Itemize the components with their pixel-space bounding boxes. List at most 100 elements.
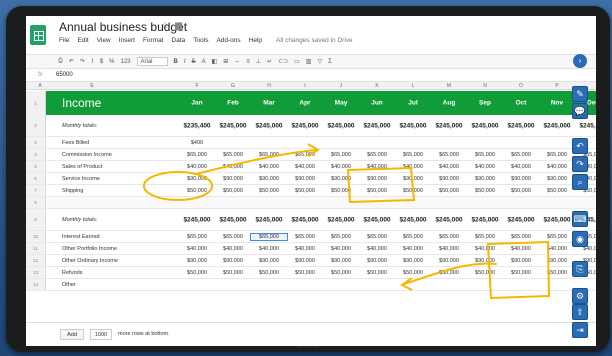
data-cell[interactable]: $50,000 xyxy=(179,188,215,194)
currency-icon[interactable]: $ xyxy=(100,59,103,65)
zoom-icon[interactable]: ⌕ xyxy=(572,174,588,190)
upload-icon[interactable]: ⇪ xyxy=(572,304,588,320)
data-cell[interactable]: $65,000 xyxy=(431,234,467,240)
chat-icon[interactable]: 💬 xyxy=(572,103,588,119)
row-label[interactable]: Interest Earned xyxy=(62,234,100,240)
data-cell[interactable]: $90,000 xyxy=(359,176,395,182)
exit-icon[interactable]: ⇥ xyxy=(572,322,588,338)
month-header[interactable]: Sep xyxy=(467,100,503,107)
link-icon[interactable]: ⊂⊃ xyxy=(278,58,288,65)
total-cell[interactable]: $245,000 xyxy=(503,216,539,223)
comment-icon[interactable]: ✎ xyxy=(572,86,588,102)
data-cell[interactable]: $65,000 xyxy=(179,234,215,240)
print-icon[interactable]: ⎙ xyxy=(58,58,63,65)
data-cell[interactable]: $90,000 xyxy=(323,258,359,264)
income-title[interactable]: Income xyxy=(62,96,101,110)
italic-icon[interactable]: I xyxy=(184,59,186,65)
row-label[interactable]: Sales of Product xyxy=(62,164,102,170)
valign-icon[interactable]: ⊥ xyxy=(256,58,261,65)
row-number[interactable]: 9 xyxy=(26,209,46,230)
borders-icon[interactable]: ⊞ xyxy=(223,58,228,65)
data-cell[interactable]: $90,000 xyxy=(395,258,431,264)
data-cell[interactable]: $50,000 xyxy=(431,188,467,194)
data-cell[interactable]: $90,000 xyxy=(467,258,503,264)
data-cell[interactable]: $40,000 xyxy=(503,164,539,170)
monthly-totals-label[interactable]: Monthly totals: xyxy=(62,217,97,223)
row-label[interactable]: Fees Billed xyxy=(62,140,89,146)
formula-input[interactable]: 65000 xyxy=(56,72,73,78)
row-number[interactable]: 2 xyxy=(26,115,46,136)
data-cell[interactable]: $65,000 xyxy=(539,234,575,240)
fill-color-icon[interactable]: ◧ xyxy=(212,58,218,65)
column-header[interactable]: F xyxy=(179,83,215,89)
month-header[interactable]: Jan xyxy=(179,100,215,107)
data-cell[interactable]: $65,000 xyxy=(323,234,359,240)
data-cell[interactable]: $50,000 xyxy=(395,188,431,194)
data-cell[interactable]: $50,000 xyxy=(287,188,323,194)
wrap-icon[interactable]: ↵ xyxy=(267,58,272,65)
menu-file[interactable]: File xyxy=(59,37,69,44)
data-cell[interactable]: $40,000 xyxy=(539,164,575,170)
menu-data[interactable]: Data xyxy=(172,37,186,44)
menu-edit[interactable]: Edit xyxy=(77,37,88,44)
row-number[interactable]: 14 xyxy=(26,279,46,290)
data-cell[interactable]: $50,000 xyxy=(467,188,503,194)
data-cell[interactable]: $50,000 xyxy=(539,188,575,194)
data-cell[interactable]: $40,000 xyxy=(323,164,359,170)
font-select[interactable]: Arial xyxy=(136,57,168,66)
data-cell[interactable]: $40,000 xyxy=(179,164,215,170)
data-cell[interactable]: $40,000 xyxy=(395,246,431,252)
data-cell[interactable]: $40,000 xyxy=(215,164,251,170)
data-cell[interactable]: $90,000 xyxy=(251,258,287,264)
data-cell[interactable]: $50,000 xyxy=(503,270,539,276)
data-cell[interactable]: $90,000 xyxy=(251,176,287,182)
data-cell[interactable]: $65,000 xyxy=(179,152,215,158)
total-cell[interactable]: $245,000 xyxy=(179,216,215,223)
data-cell[interactable]: $40,000 xyxy=(287,246,323,252)
data-cell[interactable]: $50,000 xyxy=(251,270,287,276)
data-cell[interactable]: $65,000 xyxy=(467,152,503,158)
data-cell[interactable]: $40,000 xyxy=(251,164,287,170)
row-label[interactable]: Other xyxy=(62,282,76,288)
month-header[interactable]: Mar xyxy=(251,100,287,107)
filter-icon[interactable]: ▽ xyxy=(317,58,322,65)
row-number[interactable]: 7 xyxy=(26,185,46,196)
total-cell[interactable]: $245,000 xyxy=(431,216,467,223)
column-header[interactable]: K xyxy=(359,83,395,89)
data-cell[interactable]: $50,000 xyxy=(251,188,287,194)
data-cell[interactable]: $90,000 xyxy=(179,258,215,264)
row-number[interactable]: 8 xyxy=(26,197,46,208)
total-cell[interactable]: $245,000 xyxy=(467,216,503,223)
row-number[interactable]: 4 xyxy=(26,149,46,160)
data-cell[interactable]: $65,000 xyxy=(215,152,251,158)
row-number[interactable]: 12 xyxy=(26,255,46,266)
menu-insert[interactable]: Insert xyxy=(119,37,135,44)
data-cell[interactable]: $40,000 xyxy=(395,164,431,170)
data-cell[interactable]: $50,000 xyxy=(359,270,395,276)
data-cell[interactable]: $400 xyxy=(179,140,215,146)
menu-format[interactable]: Format xyxy=(143,37,164,44)
percent-icon[interactable]: % xyxy=(109,59,114,65)
total-cell[interactable]: $245,000 xyxy=(359,216,395,223)
chart-icon[interactable]: ▥ xyxy=(306,58,312,65)
bold-icon[interactable]: B xyxy=(174,59,178,65)
redo-icon[interactable]: ↷ xyxy=(572,156,588,172)
data-cell[interactable]: $90,000 xyxy=(467,176,503,182)
data-cell[interactable]: $90,000 xyxy=(503,176,539,182)
data-cell[interactable]: $40,000 xyxy=(467,164,503,170)
data-cell[interactable]: $90,000 xyxy=(503,258,539,264)
total-cell[interactable]: $245,000 xyxy=(431,122,467,129)
data-cell[interactable]: $90,000 xyxy=(287,176,323,182)
total-cell[interactable]: $235,400 xyxy=(179,122,215,129)
column-header[interactable]: G xyxy=(215,83,251,89)
menu-addons[interactable]: Add-ons xyxy=(216,37,240,44)
folder-icon[interactable]: ▆ xyxy=(175,20,188,30)
data-cell[interactable]: $50,000 xyxy=(431,270,467,276)
strikethrough-icon[interactable]: S xyxy=(192,59,196,65)
total-cell[interactable]: $245,000 xyxy=(251,122,287,129)
row-number[interactable]: 10 xyxy=(26,231,46,242)
row-label[interactable]: Refunds xyxy=(62,270,83,276)
total-cell[interactable]: $245,000 xyxy=(395,122,431,129)
star-icon[interactable]: ☆ xyxy=(161,20,175,30)
data-cell[interactable]: $65,000 xyxy=(287,234,323,240)
